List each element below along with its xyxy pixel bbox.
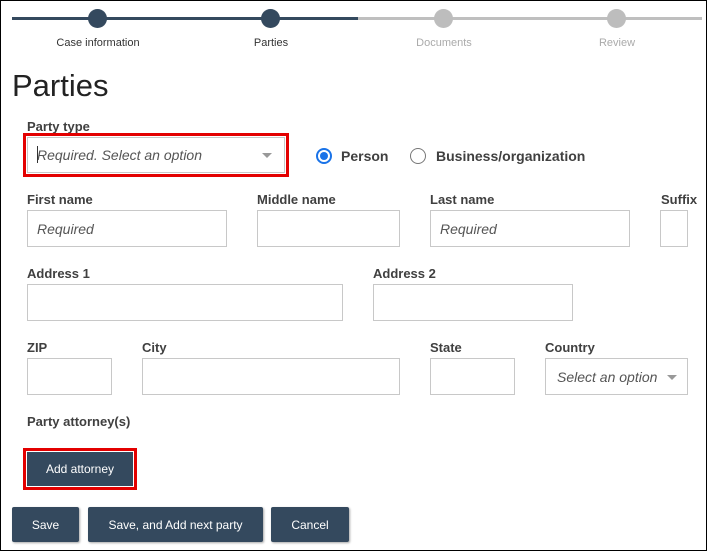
address2-label: Address 2 (373, 266, 436, 281)
chevron-down-icon (667, 374, 677, 380)
city-label: City (142, 340, 167, 355)
first-name-placeholder: Required (37, 220, 94, 237)
step-dot-documents (434, 9, 453, 28)
party-attorneys-label: Party attorney(s) (27, 414, 131, 429)
state-field[interactable] (430, 358, 515, 395)
cancel-button[interactable]: Cancel (271, 507, 349, 542)
last-name-placeholder: Required (440, 220, 497, 237)
radio-person[interactable] (316, 148, 332, 164)
text-cursor (37, 146, 38, 163)
add-attorney-button[interactable]: Add attorney (27, 452, 133, 486)
suffix-field[interactable] (660, 210, 688, 247)
last-name-label: Last name (430, 192, 495, 207)
step-dot-parties[interactable] (261, 9, 280, 28)
city-field[interactable] (142, 358, 400, 395)
state-label: State (430, 340, 462, 355)
address1-field[interactable] (27, 284, 343, 321)
zip-field[interactable] (27, 358, 112, 395)
save-add-next-party-button[interactable]: Save, and Add next party (88, 507, 263, 542)
chevron-down-icon (262, 153, 272, 158)
suffix-label: Suffix (661, 192, 698, 207)
party-type-label: Party type (27, 119, 90, 134)
zip-label: ZIP (27, 340, 48, 355)
save-button[interactable]: Save (12, 507, 79, 542)
country-select[interactable]: Select an option (545, 358, 688, 395)
radio-business-label[interactable]: Business/organization (436, 148, 585, 164)
party-type-select[interactable]: Required. Select an option (27, 137, 285, 173)
address1-label: Address 1 (27, 266, 90, 281)
radio-person-label[interactable]: Person (341, 148, 388, 164)
page-title: Parties (12, 68, 109, 103)
country-label: Country (545, 340, 595, 355)
step-dot-case-information[interactable] (88, 9, 107, 28)
party-type-placeholder: Required. Select an option (37, 147, 202, 163)
first-name-field[interactable]: Required (27, 210, 227, 247)
stepper-line-upcoming (358, 17, 702, 20)
last-name-field[interactable]: Required (430, 210, 630, 247)
step-dot-review (607, 9, 626, 28)
middle-name-field[interactable] (257, 210, 400, 247)
stepper-line-complete (12, 17, 358, 20)
middle-name-label: Middle name (257, 192, 336, 207)
country-placeholder: Select an option (557, 368, 658, 385)
radio-business[interactable] (410, 148, 426, 164)
address2-field[interactable] (373, 284, 573, 321)
step-label-review: Review (598, 37, 636, 49)
step-label-case-information[interactable]: Case information (28, 37, 168, 49)
first-name-label: First name (27, 192, 93, 207)
step-label-documents: Documents (416, 37, 472, 49)
step-label-parties[interactable]: Parties (201, 37, 341, 49)
